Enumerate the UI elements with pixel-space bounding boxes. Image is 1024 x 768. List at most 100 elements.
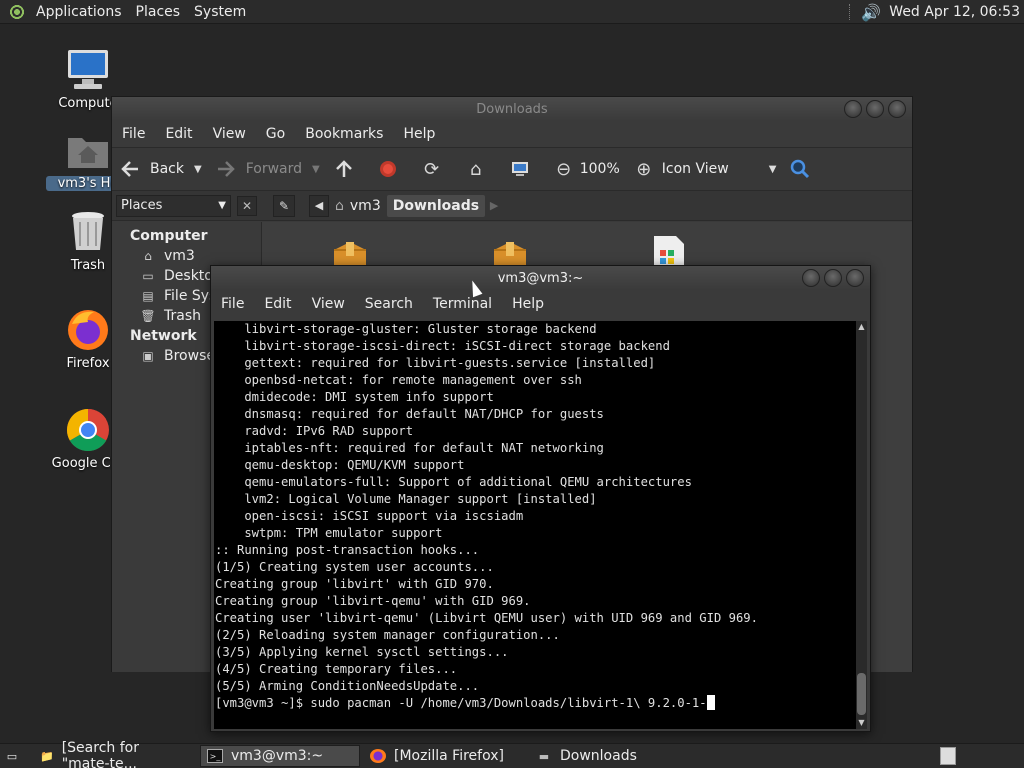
breadcrumb-left-icon[interactable]: ◀ [309,194,329,217]
stop-icon [378,159,398,179]
window-titlebar[interactable]: Downloads [112,97,912,121]
sidebar-item-label: Browse [164,348,215,364]
terminal-output-line: gettext: required for libvirt-guests.ser… [215,356,656,370]
window-titlebar[interactable]: vm3@vm3:~ [211,266,870,290]
search-folder-icon: 📁 [40,749,54,763]
sidebar-item-label: Trash [164,308,201,324]
breadcrumb-right-icon[interactable]: ▶ [485,195,503,217]
sidebar-item-label: vm3 [164,248,195,264]
home-folder-icon: ⌂ [144,249,152,263]
terminal-scrollbar[interactable]: ▲ ▼ [856,321,867,729]
stop-button[interactable] [378,159,408,179]
close-button[interactable] [888,100,906,118]
scroll-up-icon[interactable]: ▲ [856,321,867,333]
applications-menu[interactable]: Applications [36,4,122,20]
task-terminal[interactable]: >_ vm3@vm3:~ [200,745,360,767]
terminal-output-line: iptables-nft: required for default NAT n… [215,441,604,455]
computer-icon [64,46,112,94]
menu-view[interactable]: View [203,126,256,142]
forward-dropdown-icon[interactable]: ▼ [312,164,320,175]
zoom-in-button[interactable]: ⊕ Icon View ▼ [634,159,777,180]
sidebar-item-vm3[interactable]: ⌂ vm3 [112,246,261,266]
menu-file[interactable]: File [211,296,254,312]
places-selector[interactable]: Places ▼ [116,194,231,217]
forward-arrow-icon [216,159,236,179]
prompt-line[interactable]: [vm3@vm3 ~]$ sudo pacman -U /home/vm3/Do… [215,695,857,712]
drive-icon: ▤ [142,289,154,303]
window-title: vm3@vm3:~ [497,270,584,286]
home-icon: ⌂ [470,158,482,180]
task-search[interactable]: 📁 [Search for "mate-te... [34,740,196,768]
close-sidebar-icon[interactable]: ✕ [237,195,257,216]
task-label: [Search for "mate-te... [61,740,139,768]
up-arrow-icon [334,159,354,179]
task-firefox[interactable]: [Mozilla Firefox] [364,745,526,767]
sidebar-heading-computer: Computer [130,228,208,244]
clock[interactable]: Wed Apr 12, 06:53 [889,4,1020,20]
menu-go[interactable]: Go [256,126,295,142]
breadcrumb-downloads[interactable]: Downloads [386,194,486,217]
minimize-button[interactable] [844,100,862,118]
volume-icon[interactable]: 🔊 [861,3,881,22]
sidebar-item-label: File Sys [164,288,217,304]
close-button[interactable] [846,269,864,287]
bottom-panel: ▭ 📁 [Search for "mate-te... >_ vm3@vm3:~… [0,740,1024,768]
panel-separator [849,4,853,20]
maximize-button[interactable] [866,100,884,118]
terminal-output-line: dnsmasq: required for default NAT/DHCP f… [215,407,604,421]
view-mode-dropdown-icon[interactable]: ▼ [769,164,777,175]
computer-button[interactable] [510,159,540,179]
terminal-icon: >_ [207,749,223,763]
workspace-switcher-icon[interactable] [940,747,956,765]
terminal-output-line: open-iscsi: iSCSI support via iscsiadm [215,509,524,523]
maximize-button[interactable] [824,269,842,287]
back-arrow-icon [120,159,140,179]
terminal-screen[interactable]: libvirt-storage-gluster: Gluster storage… [214,321,857,729]
system-menu[interactable]: System [194,4,246,20]
home-folder-icon [64,126,112,174]
back-dropdown-icon[interactable]: ▼ [194,164,202,175]
trash-icon [64,208,112,256]
task-label: Downloads [560,748,637,764]
menu-bookmarks[interactable]: Bookmarks [295,126,393,142]
edit-location-icon[interactable]: ✎ [273,194,295,217]
scroll-thumb[interactable] [857,673,866,715]
places-menu[interactable]: Places [136,4,181,20]
terminal-output-line: (1/5) Creating system user accounts... [215,560,494,574]
zoom-out-icon: ⊖ [556,158,572,180]
terminal-output-line: dmidecode: DMI system info support [215,390,494,404]
menu-edit[interactable]: Edit [155,126,202,142]
task-downloads[interactable]: ▬ Downloads [530,745,692,767]
prompt-command: [vm3@vm3 ~]$ sudo pacman -U /home/vm3/Do… [215,696,707,710]
terminal-output-line: qemu-emulators-full: Support of addition… [215,475,692,489]
forward-button[interactable]: Forward ▼ [216,159,320,179]
terminal-output-line: qemu-desktop: QEMU/KVM support [215,458,465,472]
show-desktop-button[interactable]: ▭ [0,745,24,767]
breadcrumb-vm3[interactable]: ⌂ vm3 [329,195,387,217]
search-button[interactable] [790,159,820,179]
mate-logo-icon[interactable] [6,0,28,23]
menu-help[interactable]: Help [393,126,445,142]
menu-edit[interactable]: Edit [254,296,301,312]
up-button[interactable] [334,159,364,179]
trash-icon: 🗑 [140,309,156,323]
menubar: File Edit View Go Bookmarks Help [112,121,912,147]
menu-help[interactable]: Help [502,296,554,312]
scroll-down-icon[interactable]: ▼ [856,717,867,729]
menu-file[interactable]: File [112,126,155,142]
home-button[interactable]: ⌂ [466,158,496,180]
chevron-down-icon: ▼ [218,200,226,211]
zoom-out-button[interactable]: ⊖ 100% [554,158,620,180]
menu-view[interactable]: View [302,296,355,312]
terminal-output-line: (5/5) Arming ConditionNeedsUpdate... [215,679,480,693]
menu-terminal[interactable]: Terminal [423,296,502,312]
reload-button[interactable]: ⟳ [422,159,452,180]
menu-search[interactable]: Search [355,296,423,312]
view-mode-label[interactable]: Icon View [662,161,729,177]
terminal-output-line: (3/5) Applying kernel sysctl settings... [215,645,509,659]
terminal-output-line: libvirt-storage-iscsi-direct: iSCSI-dire… [215,339,670,353]
forward-label: Forward [245,161,303,177]
minimize-button[interactable] [802,269,820,287]
network-icon: ▣ [142,349,154,363]
back-button[interactable]: Back ▼ [120,159,202,179]
